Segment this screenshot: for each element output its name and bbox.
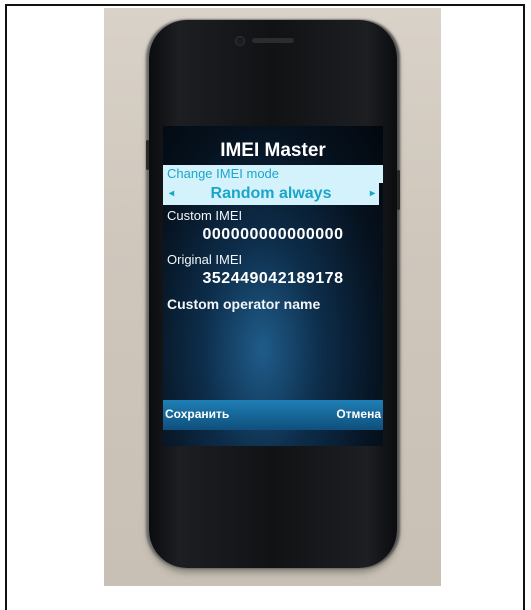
- app-title: IMEI Master: [220, 140, 326, 161]
- softkey-bar: Сохранить Отмена: [163, 400, 383, 430]
- volume-button: [146, 140, 149, 170]
- save-button[interactable]: Сохранить: [165, 407, 229, 421]
- custom-imei-label: Custom IMEI: [167, 208, 243, 223]
- phone-screen: IMEI Master Change IMEI mode ◂ Random al…: [163, 126, 383, 446]
- custom-operator-name[interactable]: Custom operator name: [167, 296, 320, 312]
- mode-label: Change IMEI mode: [163, 165, 383, 183]
- front-camera-icon: [235, 36, 245, 46]
- phone-body: IMEI Master Change IMEI mode ◂ Random al…: [146, 20, 400, 568]
- earpiece: [252, 38, 294, 43]
- arrow-right-icon[interactable]: ▸: [370, 183, 375, 205]
- original-imei-label: Original IMEI: [167, 252, 243, 267]
- power-button: [397, 170, 400, 210]
- phone-photo: IMEI Master Change IMEI mode ◂ Random al…: [104, 8, 441, 586]
- cancel-button[interactable]: Отмена: [336, 407, 381, 421]
- mode-selector[interactable]: ◂ Random always ▸: [163, 183, 379, 205]
- image-frame: IMEI Master Change IMEI mode ◂ Random al…: [5, 4, 525, 610]
- mode-value: Random always: [210, 185, 332, 202]
- original-imei-value: 352449042189178: [202, 270, 344, 287]
- custom-imei-value[interactable]: 000000000000000: [163, 226, 383, 244]
